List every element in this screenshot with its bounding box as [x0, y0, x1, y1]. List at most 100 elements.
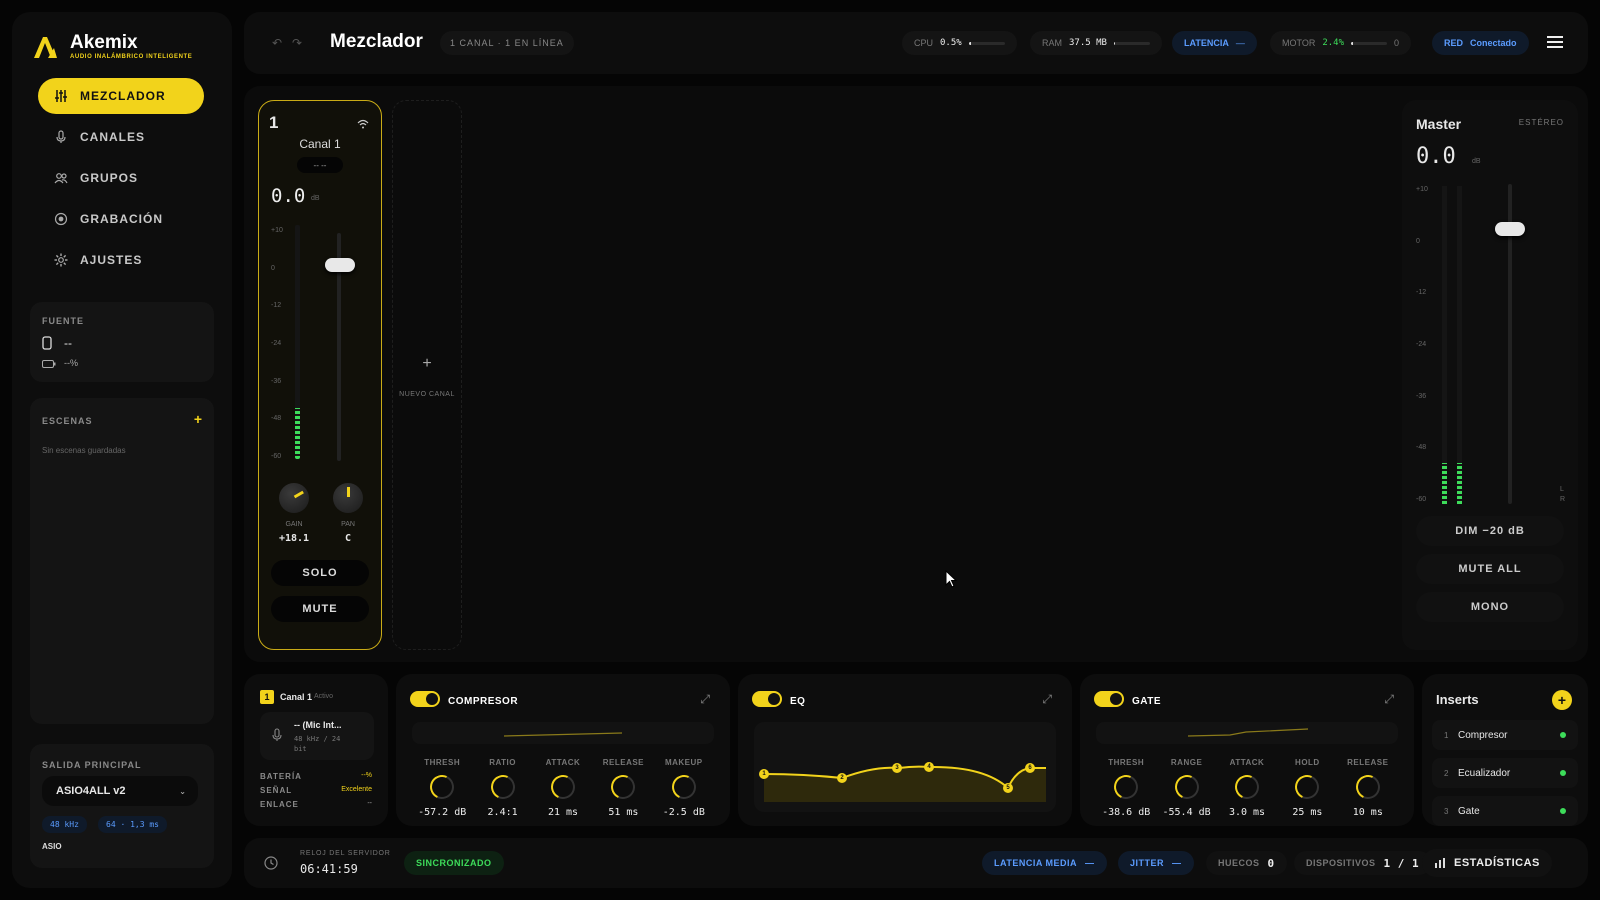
server-clock: 06:41:59 — [300, 862, 358, 876]
gate-param-hold[interactable]: HOLD 25 ms — [1277, 758, 1337, 818]
app-tagline: AUDIO INALÁMBRICO INTELIGENTE — [70, 54, 193, 60]
cpu-pill: CPU 0.5% — [902, 31, 1017, 55]
top-bar: ↶ ↷ Mezclador 1 CANAL · 1 EN LÍNEA CPU 0… — [244, 12, 1588, 74]
record-icon — [54, 212, 68, 226]
param-knob[interactable] — [1171, 771, 1202, 803]
param-knob[interactable] — [1292, 771, 1323, 803]
nav-item-canales[interactable]: CANALES — [38, 119, 204, 155]
dim-button[interactable]: DIM −20 dB — [1416, 516, 1564, 546]
expand-icon[interactable]: ⤢ — [1042, 692, 1052, 707]
gate-toggle[interactable] — [1094, 691, 1124, 707]
motor-value: 2.4% — [1322, 38, 1345, 48]
eq-toggle[interactable] — [752, 691, 782, 707]
undo-icon[interactable]: ↶ — [272, 36, 282, 50]
statistics-label: ESTADÍSTICAS — [1454, 857, 1540, 869]
pan-knob[interactable] — [333, 483, 363, 513]
mute-button[interactable]: MUTE — [271, 596, 369, 622]
gate-curve-graph — [1096, 722, 1398, 744]
new-channel-slot[interactable]: + NUEVO CANAL — [392, 100, 462, 650]
cpu-bar — [968, 41, 971, 45]
param-value: 2.4:1 — [487, 807, 518, 818]
eq-band-node[interactable]: 2 — [837, 773, 847, 783]
menu-icon[interactable] — [1546, 35, 1564, 49]
compressor-param-attack[interactable]: ATTACK 21 ms — [533, 758, 593, 818]
param-knob[interactable] — [608, 771, 639, 803]
channel-device-format: 48 kHz / 24 bit — [294, 735, 341, 753]
nav-item-ajustes[interactable]: AJUSTES — [38, 242, 204, 278]
insert-number: 1 — [1444, 730, 1449, 740]
param-knob[interactable] — [487, 771, 518, 803]
gate-param-attack[interactable]: ATTACK 3.0 ms — [1217, 758, 1277, 818]
param-value: 3.0 ms — [1228, 807, 1266, 818]
channel-info-panel: 1 Canal 1 Activo -- (Mic Int... 48 kHz /… — [244, 674, 388, 826]
nav-item-grabacion[interactable]: GRABACIÓN — [38, 201, 204, 237]
link-label: ENLACE — [260, 800, 299, 809]
param-knob[interactable] — [547, 771, 579, 803]
scenes-card: ESCENAS + Sin escenas guardadas — [30, 398, 214, 724]
expand-icon[interactable]: ⤢ — [1384, 692, 1394, 707]
add-scene-button[interactable]: + — [194, 411, 202, 427]
gate-title: GATE — [1132, 696, 1162, 707]
gate-curve — [1187, 728, 1309, 737]
compressor-toggle[interactable] — [410, 691, 440, 707]
eq-band-node[interactable]: 3 — [892, 763, 902, 773]
gate-param-range[interactable]: RANGE -55.4 dB — [1157, 758, 1217, 818]
gain-label: GAIN — [285, 521, 303, 528]
add-insert-button[interactable]: + — [1552, 690, 1572, 710]
param-value: -2.5 dB — [662, 807, 705, 818]
microphone-icon — [54, 130, 68, 144]
meter-scale-tick: -12 — [1416, 289, 1427, 297]
solo-button[interactable]: SOLO — [271, 560, 369, 586]
gate-param-release[interactable]: RELEASE 10 ms — [1338, 758, 1398, 818]
channel-info-number: 1 — [260, 690, 274, 704]
gaps-label: HUECOS — [1218, 858, 1260, 868]
mono-button[interactable]: MONO — [1416, 592, 1564, 622]
battery-label: BATERÍA — [260, 772, 302, 781]
channel-fader-handle[interactable] — [325, 257, 355, 272]
mute-all-button[interactable]: MUTE ALL — [1416, 554, 1564, 584]
channel-strip[interactable]: 1 Canal 1 -- -- 0.0 dB +10 0 -12 -24 -36 -48 -… — [258, 100, 382, 650]
param-label: RELEASE — [602, 758, 645, 767]
nav-item-mezclador[interactable]: MEZCLADOR — [38, 78, 204, 114]
param-knob[interactable] — [426, 771, 458, 803]
param-knob[interactable] — [1110, 771, 1142, 803]
compressor-param-ratio[interactable]: RATIO 2.4:1 — [473, 758, 533, 818]
channel-info-state: Activo — [314, 693, 334, 700]
gain-value: +18.1 — [278, 533, 310, 544]
eq-band-node[interactable]: 5 — [1003, 783, 1013, 793]
statistics-button[interactable]: ESTADÍSTICAS — [1422, 849, 1552, 877]
master-fader-handle[interactable] — [1495, 221, 1525, 236]
meter-scale-tick: +10 — [271, 227, 283, 234]
param-value: 10 ms — [1352, 807, 1383, 818]
insert-item[interactable]: 1 Compresor — [1432, 720, 1578, 750]
insert-item[interactable]: 3 Gate — [1432, 796, 1578, 826]
nav-item-grupos[interactable]: GRUPOS — [38, 160, 204, 196]
compressor-param-release[interactable]: RELEASE 51 ms — [593, 758, 653, 818]
compressor-param-thresh[interactable]: THRESH -57.2 dB — [412, 758, 472, 818]
scenes-title: ESCENAS — [42, 416, 93, 426]
master-strip: Master ESTÉREO 0.0 dB +10 0 -12 -24 -36 -48 -6… — [1402, 100, 1578, 650]
redo-icon[interactable]: ↷ — [292, 36, 302, 50]
output-device-select[interactable]: ASIO4ALL v2 ⌄ — [42, 776, 198, 806]
eq-band-node[interactable]: 1 — [759, 769, 769, 779]
eq-band-node[interactable]: 6 — [1025, 763, 1035, 773]
compressor-param-makeup[interactable]: MAKEUP -2.5 dB — [654, 758, 714, 818]
insert-item[interactable]: 2 Ecualizador — [1432, 758, 1578, 788]
eq-title: EQ — [790, 696, 806, 707]
master-mode: ESTÉREO — [1518, 118, 1564, 127]
gate-param-thresh[interactable]: THRESH -38.6 dB — [1096, 758, 1156, 818]
gain-knob[interactable] — [279, 483, 309, 513]
gaps-pill: HUECOS 0 — [1206, 851, 1287, 875]
cpu-value: 0.5% — [940, 38, 962, 48]
param-knob[interactable] — [1231, 771, 1263, 803]
insert-active-dot — [1560, 732, 1566, 738]
mixer-area: 1 Canal 1 -- -- 0.0 dB +10 0 -12 -24 -36 -48 -… — [244, 86, 1588, 662]
param-knob[interactable] — [668, 771, 700, 803]
param-knob[interactable] — [1352, 771, 1384, 803]
new-channel-label: NUEVO CANAL — [399, 391, 455, 398]
insert-name: Gate — [1458, 805, 1480, 817]
page-title: Mezclador — [330, 31, 423, 52]
jitter-value: — — [1172, 858, 1182, 868]
eq-band-node[interactable]: 4 — [924, 762, 934, 772]
expand-icon[interactable]: ⤢ — [700, 692, 710, 707]
